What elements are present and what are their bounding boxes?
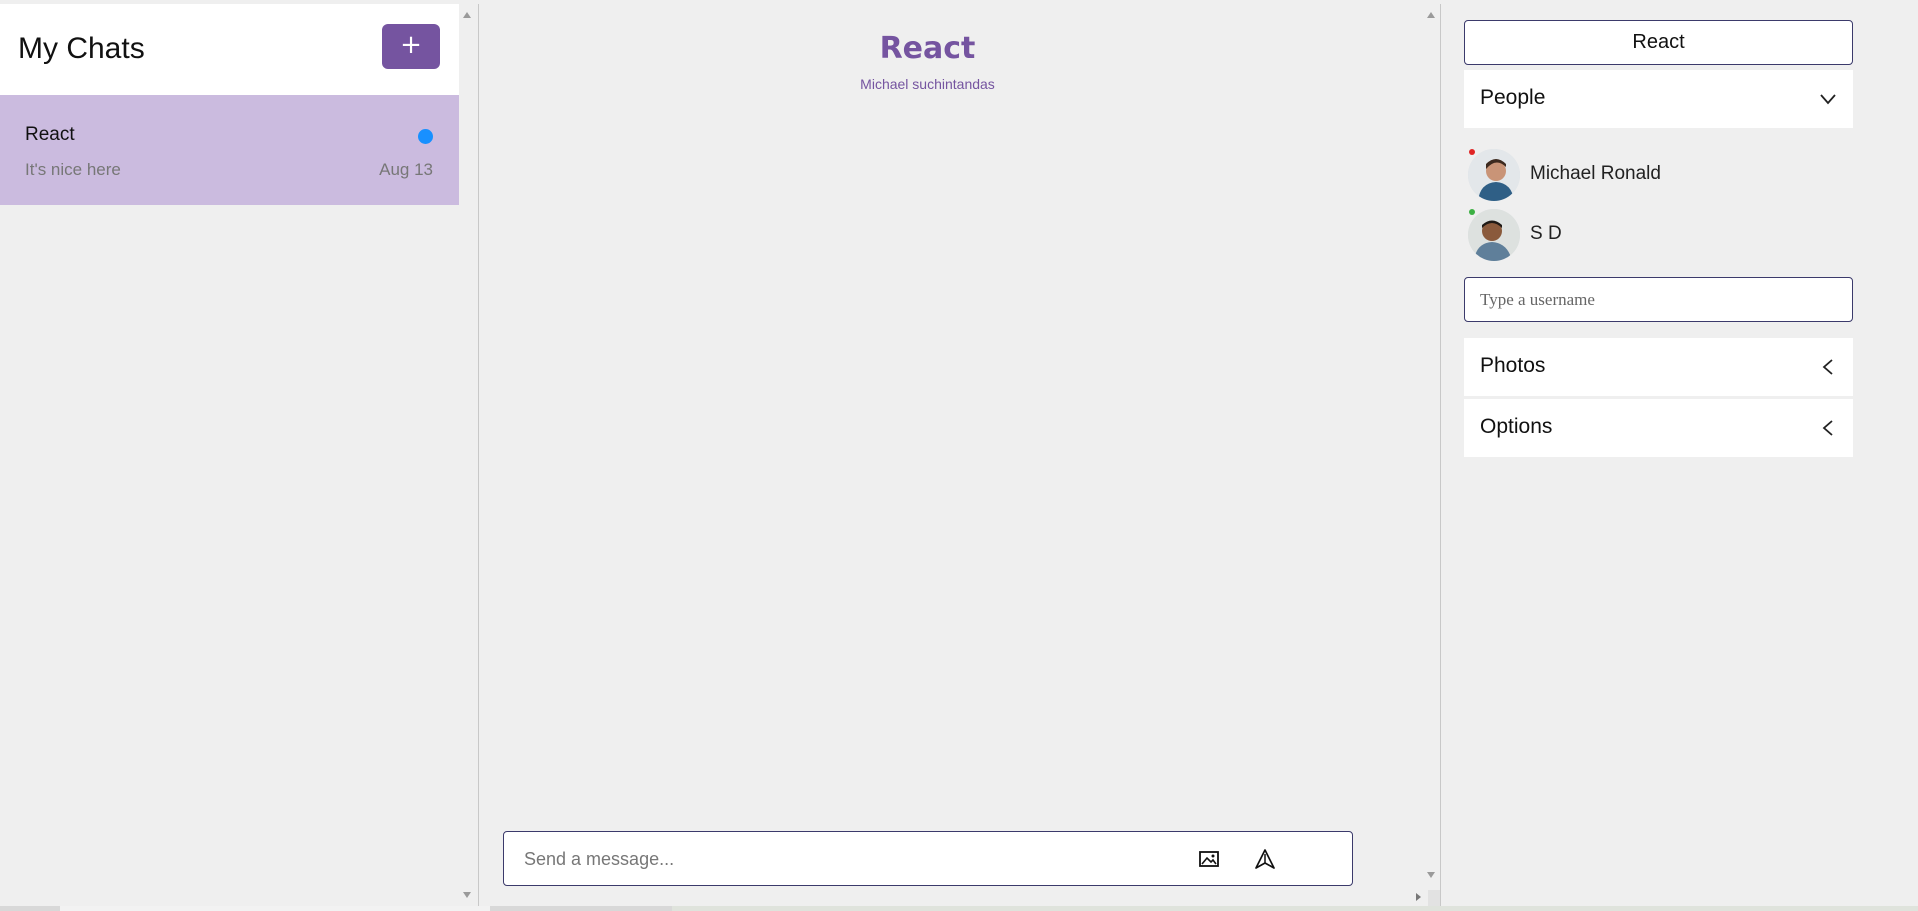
- person-name: S D: [1530, 223, 1562, 244]
- scroll-down-icon[interactable]: [463, 892, 471, 898]
- chevron-down-icon: [1820, 94, 1836, 105]
- chat-list-panel: My Chats + React It's nice here Aug 13: [0, 4, 471, 906]
- feed-title: React: [879, 31, 976, 66]
- chat-list-title: My Chats: [18, 32, 145, 65]
- person-row[interactable]: Michael Ronald: [1464, 149, 1853, 205]
- person-row[interactable]: S D: [1464, 209, 1853, 265]
- chat-card-react[interactable]: React It's nice here Aug 13: [0, 95, 459, 205]
- options-label: Options: [1480, 415, 1553, 438]
- chat-card-title: React: [25, 124, 75, 145]
- chat-list-scrollbar[interactable]: [459, 4, 476, 906]
- avatar: [1468, 149, 1520, 201]
- photos-section-header[interactable]: Photos: [1464, 338, 1853, 396]
- person-name: Michael Ronald: [1530, 163, 1661, 184]
- feed-scrollbar[interactable]: [1423, 4, 1440, 886]
- new-chat-button[interactable]: +: [382, 24, 440, 69]
- people-section-header[interactable]: People: [1464, 70, 1853, 128]
- chevron-left-icon: [1822, 359, 1833, 375]
- status-dot: [1469, 209, 1475, 215]
- status-dot: [1469, 149, 1475, 155]
- scrollbar-track: [672, 906, 1918, 911]
- chat-app: My Chats + React It's nice here Aug 13 R…: [0, 0, 1918, 911]
- scroll-down-icon[interactable]: [1427, 872, 1435, 878]
- send-button[interactable]: [1254, 848, 1276, 870]
- chat-card-date: Aug 13: [379, 160, 433, 179]
- avatar: [1468, 209, 1520, 261]
- horizontal-scroll-arrow[interactable]: [1412, 888, 1440, 906]
- chat-list-header: My Chats +: [0, 4, 459, 95]
- scroll-up-icon[interactable]: [463, 12, 471, 18]
- options-section-header[interactable]: Options: [1464, 399, 1853, 457]
- people-label: People: [1480, 86, 1546, 109]
- add-member-input[interactable]: [1464, 277, 1853, 322]
- chat-settings-panel: React People Michael Ronald S D Type a u…: [1441, 4, 1918, 906]
- message-input[interactable]: [524, 844, 1164, 874]
- scroll-up-icon[interactable]: [1427, 12, 1435, 18]
- send-icon: [1255, 849, 1275, 869]
- bottom-scrollbar[interactable]: [0, 906, 1918, 911]
- feed-subtitle: Michael suchintandas: [860, 76, 995, 92]
- chat-card-preview: It's nice here: [25, 160, 121, 179]
- photos-label: Photos: [1480, 354, 1546, 377]
- image-upload-button[interactable]: [1198, 849, 1220, 869]
- chat-feed: React Michael suchintandas: [479, 4, 1440, 906]
- chevron-left-icon: [1822, 420, 1833, 436]
- scrollbar-thumb[interactable]: [60, 906, 490, 911]
- message-form: [503, 831, 1353, 886]
- chevron-right-icon: [1416, 890, 1440, 906]
- unread-dot: [418, 129, 433, 144]
- chat-title-input[interactable]: React: [1464, 20, 1853, 65]
- image-icon: [1199, 851, 1219, 867]
